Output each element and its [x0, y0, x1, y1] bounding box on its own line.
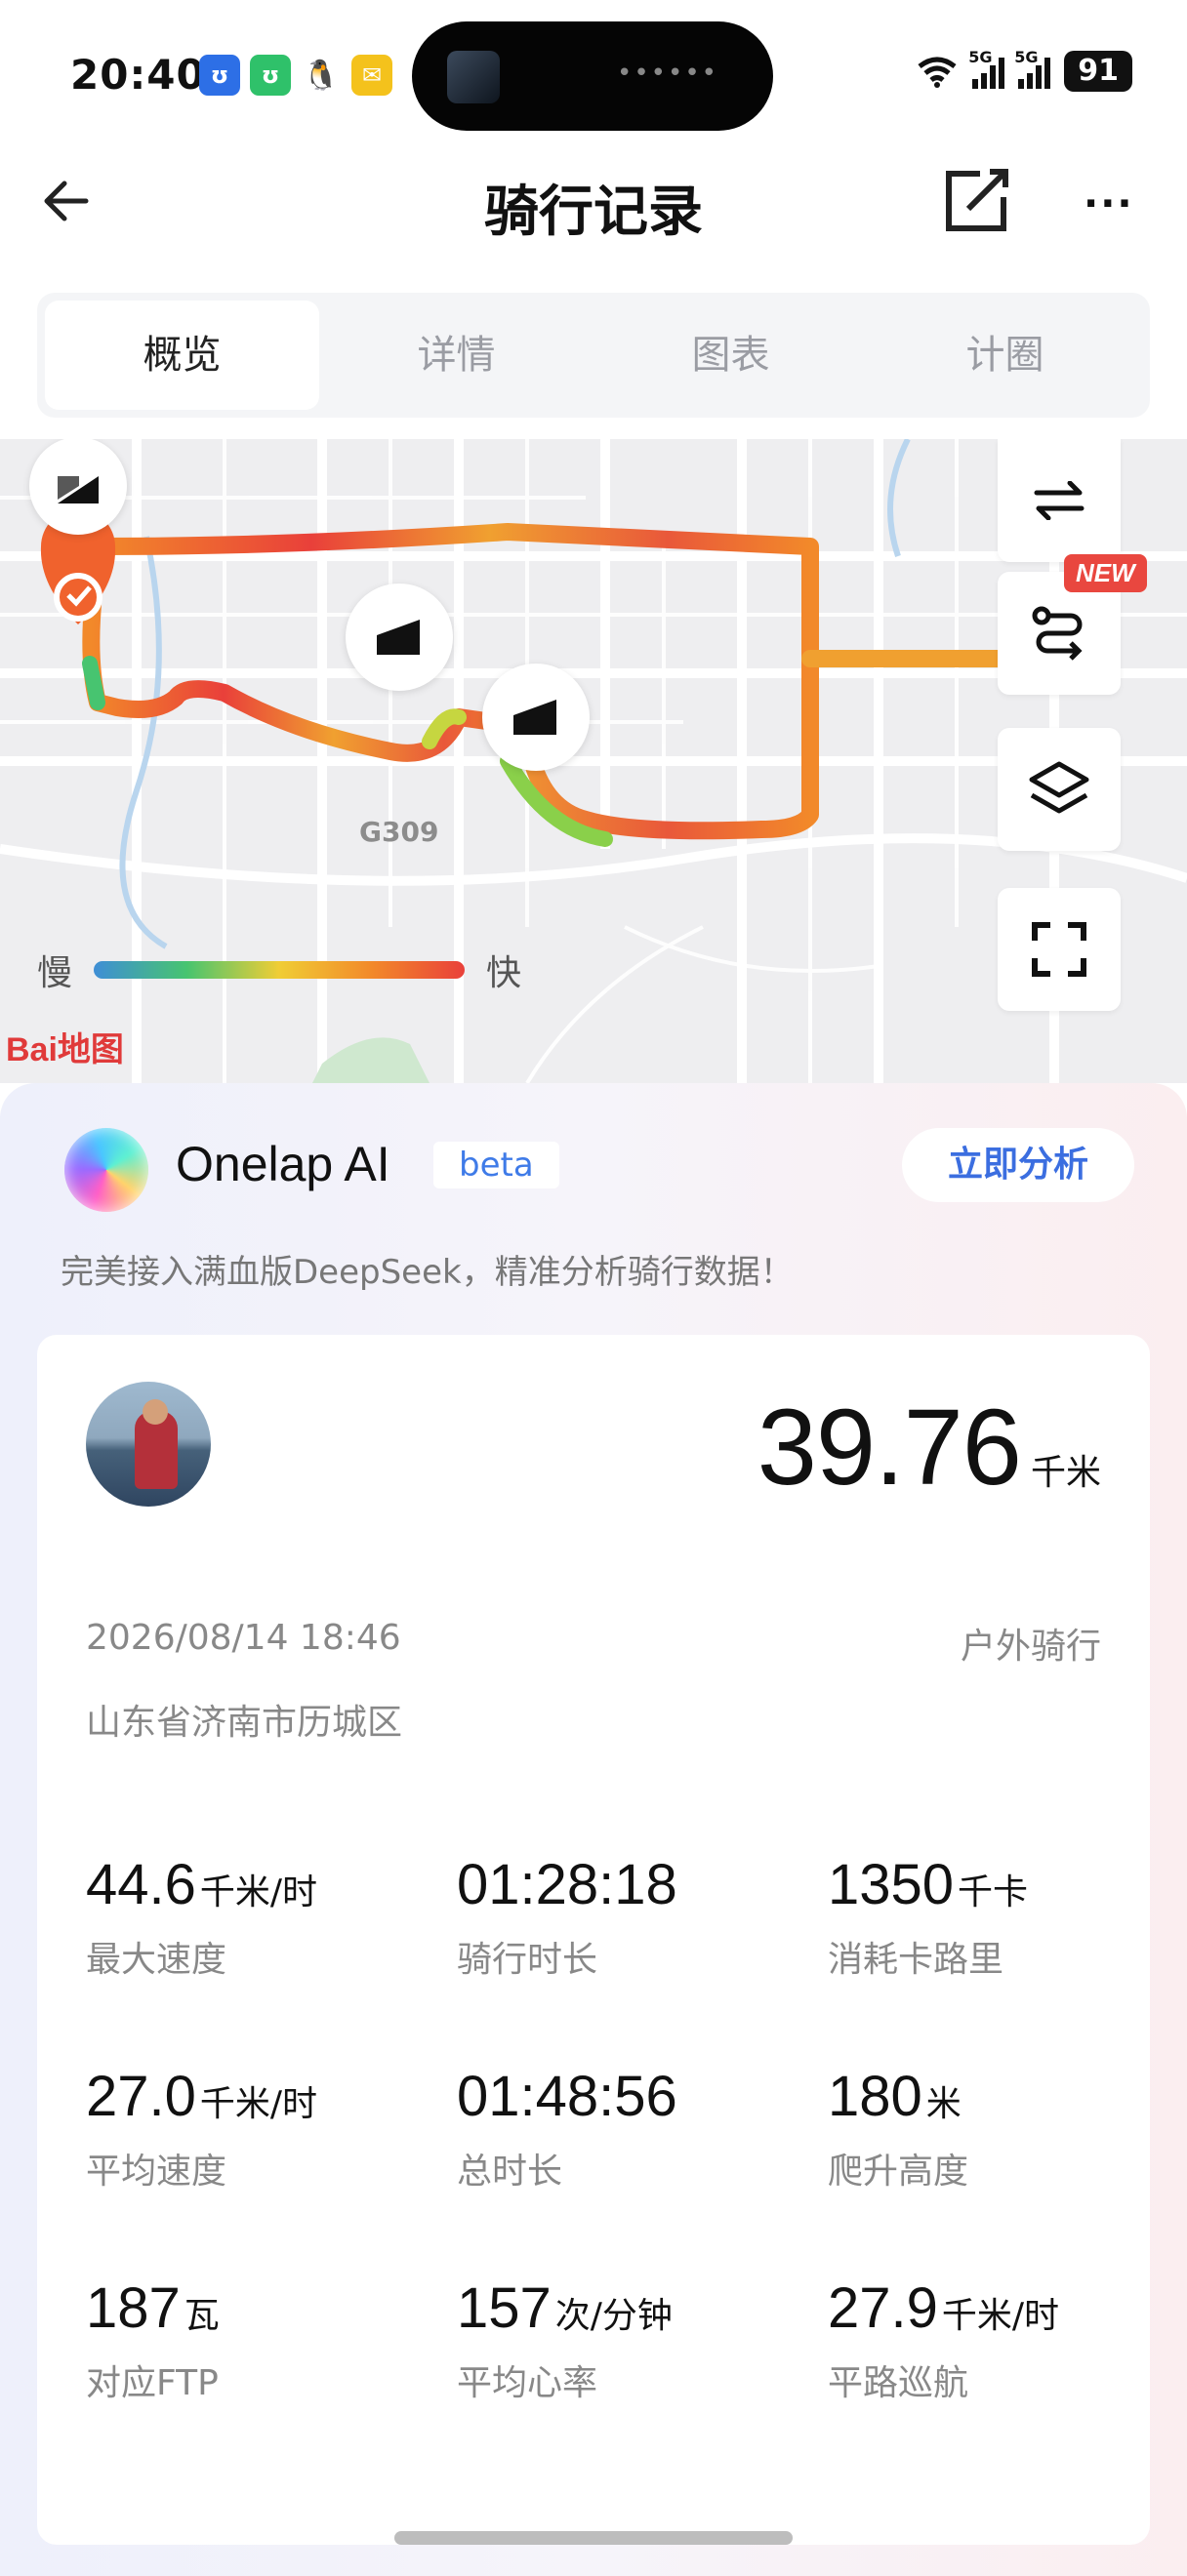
status-bar: 20:40 ʊ ʊ 🐧 ✉ •••••• 5G 5G 91 — [0, 0, 1187, 146]
speed-gradient-bar — [94, 961, 466, 979]
swap-arrows-icon — [1034, 481, 1085, 520]
avatar[interactable] — [86, 1382, 211, 1507]
fullscreen-button[interactable] — [998, 888, 1121, 1011]
media-thumbnail — [447, 51, 500, 103]
stat-flat-cruise: 27.9 千米/时 平路巡航 — [828, 2276, 1060, 2403]
onelap-ai-logo-icon — [64, 1128, 148, 1212]
app-header: 骑行记录 ··· — [0, 146, 1187, 254]
ride-date: 2026/08/14 18:46 — [86, 1618, 401, 1658]
route-map[interactable]: G309 慢 快 Bai地图 NEW — [0, 439, 1187, 1083]
baidu-map-logo: Bai地图 — [6, 1031, 124, 1068]
app-notification-icon: ʊ — [250, 55, 291, 96]
signal-icon: 5G — [1014, 48, 1051, 89]
mail-icon: ✉ — [351, 55, 392, 96]
climb-marker-icon[interactable] — [482, 664, 590, 771]
route-icon — [1032, 606, 1083, 661]
wifi-icon — [918, 57, 957, 88]
network-type: 5G — [968, 48, 993, 66]
new-badge: NEW — [1064, 554, 1147, 592]
beta-badge: beta — [433, 1142, 559, 1188]
road-label: G309 — [359, 816, 438, 848]
ride-type: 户外骑行 — [960, 1627, 1101, 1667]
distance-value: 39.76 — [757, 1388, 1022, 1508]
ride-summary-card: 39.76 千米 2026/08/14 18:46 户外骑行 山东省济南市历城区… — [37, 1335, 1150, 2545]
tab-overview[interactable]: 概览 — [45, 301, 319, 410]
ai-title: Onelap AI — [176, 1137, 390, 1191]
legend-fast-label: 快 — [486, 953, 522, 993]
stat-avg-heart-rate: 157 次/分钟 平均心率 — [457, 2276, 673, 2403]
more-options-icon[interactable]: ··· — [1084, 181, 1134, 226]
climb-marker-icon[interactable] — [29, 439, 127, 535]
swap-direction-button[interactable] — [998, 439, 1121, 562]
stat-elevation-gain: 180 米 爬升高度 — [828, 2065, 969, 2192]
distance-unit: 千米 — [1030, 1453, 1101, 1493]
stat-ride-time: 01:28:18 骑行时长 — [457, 1853, 677, 1980]
climb-marker-icon[interactable] — [346, 584, 453, 691]
edit-icon[interactable] — [941, 166, 1011, 236]
analyze-now-button[interactable]: 立即分析 — [902, 1128, 1134, 1202]
tab-laps[interactable]: 计圈 — [868, 301, 1142, 410]
distance-display: 39.76 千米 — [757, 1386, 1101, 1509]
status-indicators: 5G 5G 91 — [916, 48, 1132, 92]
status-time: 20:40 — [70, 51, 206, 99]
fullscreen-icon — [1032, 922, 1086, 977]
app-notification-icon: ʊ — [199, 55, 240, 96]
battery-icon: 91 — [1064, 51, 1132, 92]
notification-icons: ʊ ʊ 🐧 ✉ — [199, 55, 392, 96]
signal-icon: 5G — [968, 48, 1005, 89]
stat-ftp: 187 瓦 对应FTP — [86, 2276, 220, 2403]
stat-avg-speed: 27.0 千米/时 平均速度 — [86, 2065, 318, 2192]
legend-slow-label: 慢 — [37, 953, 73, 993]
layers-icon — [1029, 761, 1089, 814]
dynamic-island: •••••• — [412, 21, 773, 131]
tab-bar: 概览 详情 图表 计圈 — [37, 293, 1150, 418]
network-type: 5G — [1014, 48, 1039, 66]
ai-subtitle: 完美接入满血版DeepSeek，精准分析骑行数据！ — [61, 1253, 794, 1292]
home-indicator[interactable] — [394, 2531, 793, 2545]
qq-icon: 🐧 — [301, 55, 342, 96]
ride-location: 山东省济南市历城区 — [86, 1703, 403, 1743]
stat-max-speed: 44.6 千米/时 最大速度 — [86, 1853, 318, 1980]
speed-legend: 慢 快 — [37, 945, 521, 995]
stats-grid: 44.6 千米/时 最大速度 01:28:18 骑行时长 1350 千卡 消耗卡路里… — [86, 1852, 1121, 2405]
map-layers-button[interactable] — [998, 728, 1121, 851]
stat-calories: 1350 千卡 消耗卡路里 — [828, 1853, 1029, 1980]
tab-charts[interactable]: 图表 — [594, 301, 868, 410]
audio-wave-icon: •••••• — [616, 59, 718, 88]
tab-details[interactable]: 详情 — [319, 301, 594, 410]
stat-total-time: 01:48:56 总时长 — [457, 2065, 677, 2192]
